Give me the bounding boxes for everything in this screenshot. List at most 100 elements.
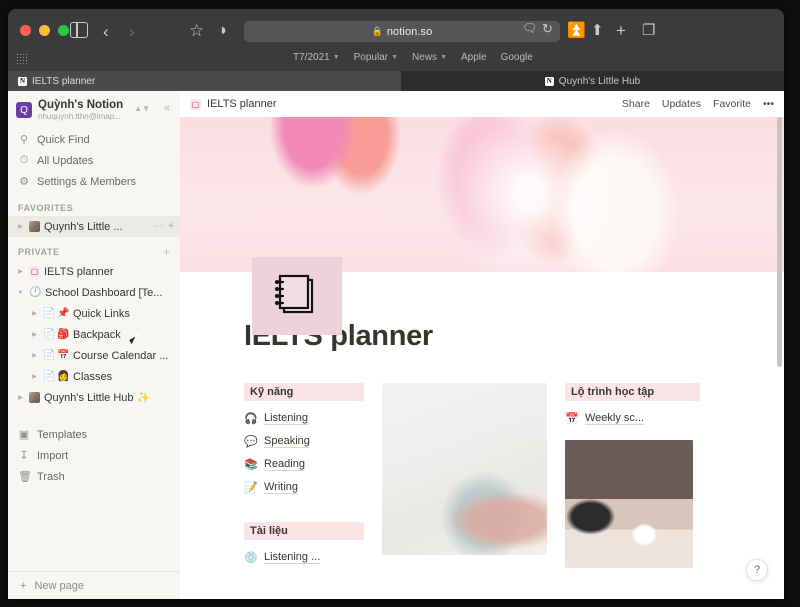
- sidebar-toggle-icon[interactable]: [70, 22, 88, 38]
- chevron-right-icon[interactable]: ▶: [30, 331, 39, 338]
- sidebar-item-import[interactable]: ↧ Import: [8, 445, 180, 466]
- more-options-icon[interactable]: •••: [763, 98, 774, 110]
- workspace-avatar: Q: [16, 102, 32, 118]
- bookmark-label: T7/2021: [293, 52, 330, 63]
- tab-strip: N IELTS planner N Quynh's Little Hub: [8, 71, 784, 91]
- back-icon[interactable]: ‹: [103, 22, 109, 42]
- sidebar-item-label: Trash: [37, 471, 65, 483]
- page-columns: Kỹ năng 🎧 Listening 💬 Speaking 📚: [244, 383, 784, 569]
- plus-icon: +: [20, 580, 26, 592]
- laptop-coffee-photo[interactable]: [565, 440, 693, 568]
- screen: ‹ › ☆ ◑ 🔒 notion.so 🗨 ↻ ⏫ ⬆ + ❐ T7/2021 …: [0, 0, 800, 607]
- browser-window: ‹ › ☆ ◑ 🔒 notion.so 🗨 ↻ ⏫ ⬆ + ❐ T7/2021 …: [8, 9, 784, 599]
- bookmark-item[interactable]: T7/2021 ▼: [293, 52, 340, 63]
- tab-ielts-planner[interactable]: N IELTS planner: [8, 71, 401, 91]
- new-page-button[interactable]: + New page: [8, 571, 180, 599]
- page-body: IELTS planner Kỹ năng 🎧 Listening 💬: [180, 320, 784, 569]
- collapse-sidebar-icon[interactable]: «: [164, 102, 170, 114]
- speech-bubble-icon: 💬: [244, 435, 257, 448]
- notion-app: Q Quỳnh's Notion nhuquynh.tthn@imap... ▲…: [8, 91, 784, 599]
- column-lo-trinh-hoc-tap: Lộ trình học tập 📅 Weekly sc...: [565, 383, 700, 569]
- favorites-title: FAVORITES: [18, 203, 73, 213]
- sidebar-item-settings-members[interactable]: ⚙ Settings & Members: [8, 171, 180, 192]
- sidebar-tools: ▣ Templates ↧ Import 🗑 Trash: [8, 420, 180, 489]
- sidebar-item-quick-find[interactable]: ⚲ Quick Find: [8, 129, 180, 150]
- download-icon[interactable]: ⏫: [567, 21, 586, 39]
- bookmark-item[interactable]: Popular ▼: [354, 52, 398, 63]
- favorite-button[interactable]: Favorite: [713, 98, 751, 110]
- zoom-window-button[interactable]: [58, 25, 69, 36]
- chevron-right-icon[interactable]: ▶: [16, 223, 25, 230]
- sidebar-page-classes[interactable]: ▶ 📄 👩 Classes: [8, 366, 180, 387]
- books-icon: 📚: [244, 458, 257, 471]
- bookmark-label: Apple: [461, 52, 487, 63]
- sidebar-page-school-dashboard[interactable]: ▼ 🕛 School Dashboard [Te...: [8, 282, 180, 303]
- sidebar-favorite-item[interactable]: ▶ Quynh's Little ... ⋯ +: [8, 216, 180, 237]
- breadcrumb[interactable]: ▢ IELTS planner: [190, 98, 277, 110]
- share-icon[interactable]: ⬆: [591, 21, 604, 39]
- sidebar-footer: + New page: [8, 571, 180, 599]
- reload-icon[interactable]: ↻: [542, 21, 553, 37]
- share-button[interactable]: Share: [622, 98, 650, 110]
- column-ky-nang: Kỹ năng 🎧 Listening 💬 Speaking 📚: [244, 383, 364, 569]
- chevron-right-icon[interactable]: ▶: [16, 394, 25, 401]
- sidebar-item-trash[interactable]: 🗑 Trash: [8, 466, 180, 487]
- more-options-icon[interactable]: ⋯: [153, 221, 163, 232]
- sidebar-item-templates[interactable]: ▣ Templates: [8, 424, 180, 445]
- page-icon[interactable]: [252, 257, 342, 335]
- updown-chevron-icon[interactable]: ▲▼: [134, 104, 150, 113]
- desk-notebook-photo[interactable]: [382, 383, 547, 555]
- list-item[interactable]: 💿 Listening ...: [244, 546, 364, 569]
- list-item[interactable]: 🎧 Listening: [244, 407, 364, 430]
- updates-button[interactable]: Updates: [662, 98, 701, 110]
- sidebar-page-quynhs-little-hub[interactable]: ▶ Quynh's Little Hub ✨: [8, 387, 180, 408]
- memo-icon: 📝: [244, 481, 257, 494]
- forward-icon[interactable]: ›: [129, 22, 135, 42]
- notion-favicon-icon: N: [545, 77, 554, 86]
- list-item[interactable]: 📝 Writing: [244, 476, 364, 499]
- clock-icon: ⏱: [18, 154, 30, 167]
- breadcrumb-label: IELTS planner: [207, 98, 277, 110]
- close-window-button[interactable]: [20, 25, 31, 36]
- bookmark-items: T7/2021 ▼ Popular ▼ News ▼ Apple Google: [293, 52, 533, 63]
- list-item-label: Listening ...: [264, 551, 320, 564]
- translate-icon[interactable]: 🗨: [522, 21, 537, 35]
- tab-overview-icon[interactable]: ❐: [642, 21, 655, 39]
- workspace-switcher[interactable]: Q Quỳnh's Notion nhuquynh.tthn@imap... ▲…: [8, 91, 180, 125]
- vertical-scrollbar[interactable]: [777, 117, 782, 367]
- bookmark-item[interactable]: Apple: [461, 52, 487, 63]
- list-item[interactable]: 💬 Speaking: [244, 430, 364, 453]
- bookmarks-grid-icon[interactable]: [16, 53, 28, 65]
- sidebar-item-all-updates[interactable]: ⏱ All Updates: [8, 150, 180, 171]
- address-bar[interactable]: 🔒 notion.so: [244, 21, 560, 42]
- chevron-right-icon[interactable]: ▶: [30, 352, 39, 359]
- minimize-window-button[interactable]: [39, 25, 50, 36]
- add-page-icon[interactable]: +: [168, 221, 174, 232]
- column-desk-photo: [382, 383, 547, 569]
- new-tab-icon[interactable]: +: [616, 21, 626, 41]
- list-item[interactable]: 📚 Reading: [244, 453, 364, 476]
- import-icon: ↧: [18, 449, 30, 462]
- chevron-right-icon[interactable]: ▶: [30, 310, 39, 317]
- sidebar-page-ielts-planner[interactable]: ▶ ▢ IELTS planner: [8, 261, 180, 282]
- privacy-shield-icon[interactable]: ◑: [217, 22, 227, 40]
- list-item[interactable]: 📅 Weekly sc...: [565, 407, 700, 430]
- column-title: Tài liệu: [244, 522, 364, 540]
- notion-sidebar: Q Quỳnh's Notion nhuquynh.tthn@imap... ▲…: [8, 91, 180, 599]
- private-section-header: PRIVATE +: [8, 237, 180, 261]
- bookmarks-bar: T7/2021 ▼ Popular ▼ News ▼ Apple Google: [8, 51, 784, 71]
- bookmark-star-icon[interactable]: ☆: [189, 21, 204, 41]
- tab-quynhs-little-hub[interactable]: N Quynh's Little Hub: [401, 71, 784, 91]
- sidebar-page-backpack[interactable]: ▶ 📄 🎒 Backpack: [8, 324, 180, 345]
- chevron-right-icon[interactable]: ▶: [16, 268, 25, 275]
- sidebar-page-quick-links[interactable]: ▶ 📄 📌 Quick Links: [8, 303, 180, 324]
- help-button[interactable]: ?: [746, 559, 768, 581]
- chevron-down-icon[interactable]: ▼: [16, 290, 25, 296]
- sidebar-page-course-calendar[interactable]: ▶ 📄 📅 Course Calendar ...: [8, 345, 180, 366]
- browser-toolbar: ‹ › ☆ ◑ 🔒 notion.so 🗨 ↻ ⏫ ⬆ + ❐: [8, 9, 784, 51]
- chevron-right-icon[interactable]: ▶: [30, 373, 39, 380]
- bookmark-item[interactable]: News ▼: [412, 52, 447, 63]
- bookmark-item[interactable]: Google: [501, 52, 533, 63]
- add-private-page-icon[interactable]: +: [163, 246, 170, 258]
- page-cover-image[interactable]: [180, 117, 784, 272]
